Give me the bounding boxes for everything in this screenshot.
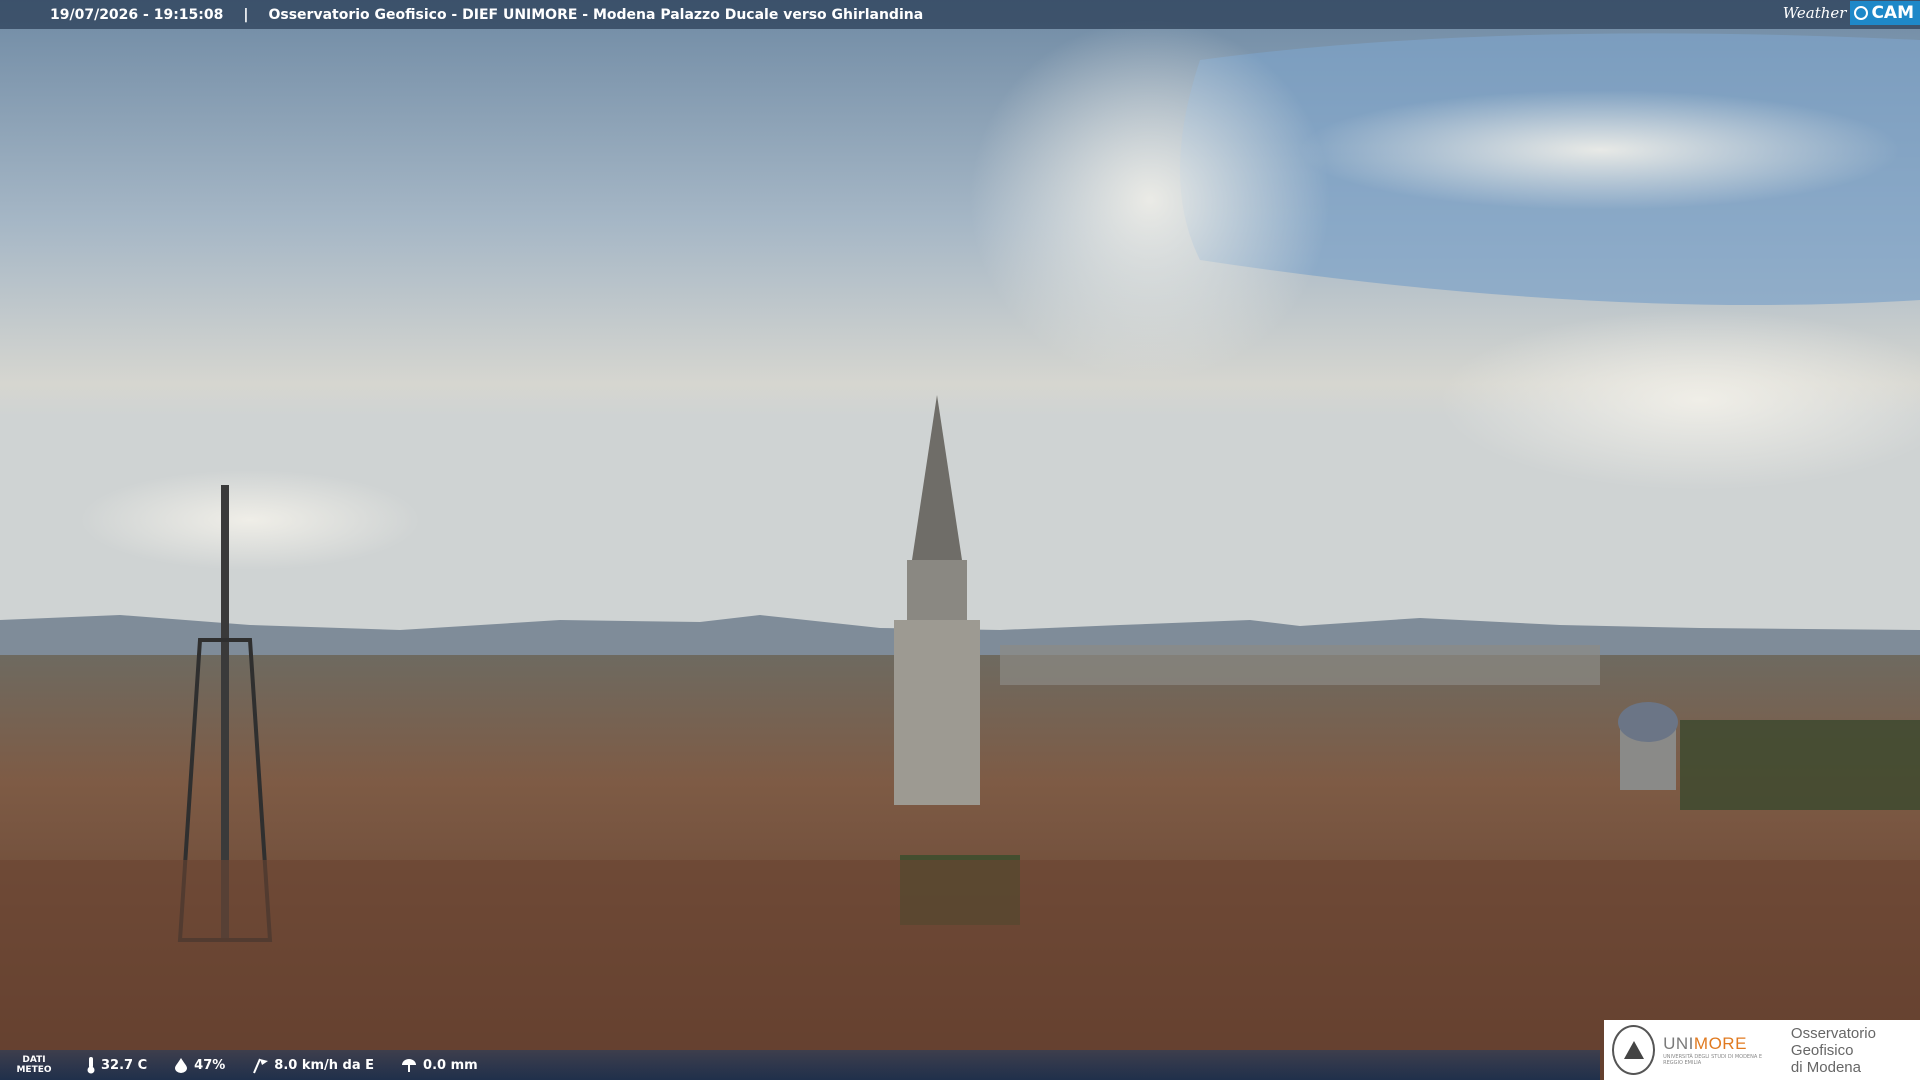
dome-cap bbox=[1618, 702, 1678, 742]
trees bbox=[1680, 720, 1920, 810]
unimore-subtitle: UNIVERSITÀ DEGLI STUDI DI MODENA E REGGI… bbox=[1663, 1054, 1762, 1066]
thermometer-icon bbox=[87, 1057, 95, 1074]
cloud bbox=[1300, 90, 1900, 210]
university-seal-icon bbox=[1612, 1025, 1656, 1075]
humidity-readout: 47% bbox=[173, 1057, 225, 1073]
cam-badge: CAM bbox=[1850, 1, 1920, 25]
ghirlandina-upper bbox=[907, 560, 967, 620]
cam-label: CAM bbox=[1871, 3, 1914, 23]
camera-title: Osservatorio Geofisico - DIEF UNIMORE - … bbox=[268, 6, 924, 23]
humidity-value: 47% bbox=[194, 1057, 226, 1073]
camera-lens-icon bbox=[1854, 6, 1869, 20]
unimore-logo-box: UNIMORE UNIVERSITÀ DEGLI STUDI DI MODENA… bbox=[1604, 1020, 1920, 1080]
wind-value: 8.0 km/h da E bbox=[274, 1057, 375, 1073]
temperature-readout: 32.7 C bbox=[86, 1056, 147, 1074]
observatory-name: Osservatorio Geofisico di Modena bbox=[1790, 1024, 1876, 1076]
webcam-scene bbox=[0, 0, 1920, 1080]
meteo-bar: DATI METEO 32.7 C 47% 8.0 km/h da E 0.0 … bbox=[0, 1050, 1600, 1080]
humidity-drop-icon bbox=[175, 1058, 188, 1073]
header-bar: 19/07/2026 - 19:15:08 | Osservatorio Geo… bbox=[0, 0, 1920, 29]
timestamp: 19/07/2026 - 19:15:08 bbox=[50, 6, 224, 23]
distant-buildings bbox=[1000, 645, 1600, 685]
weathercam-logo: Weather CAM bbox=[1783, 0, 1920, 26]
ghirlandina-tower bbox=[894, 620, 980, 805]
weather-label: Weather bbox=[1782, 4, 1847, 22]
meteo-label: DATI METEO bbox=[16, 1055, 52, 1075]
wind-readout: 8.0 km/h da E bbox=[251, 1056, 374, 1074]
wind-vane-icon bbox=[253, 1058, 269, 1074]
rain-readout: 0.0 mm bbox=[400, 1057, 478, 1073]
rain-gauge-icon bbox=[402, 1059, 417, 1072]
unimore-wordmark: UNIMORE UNIVERSITÀ DEGLI STUDI DI MODENA… bbox=[1663, 1034, 1781, 1066]
cloud bbox=[80, 470, 420, 570]
cloud bbox=[970, 20, 1330, 380]
temperature-value: 32.7 C bbox=[101, 1057, 148, 1073]
rain-value: 0.0 mm bbox=[423, 1057, 478, 1073]
header-separator: | bbox=[243, 6, 249, 23]
